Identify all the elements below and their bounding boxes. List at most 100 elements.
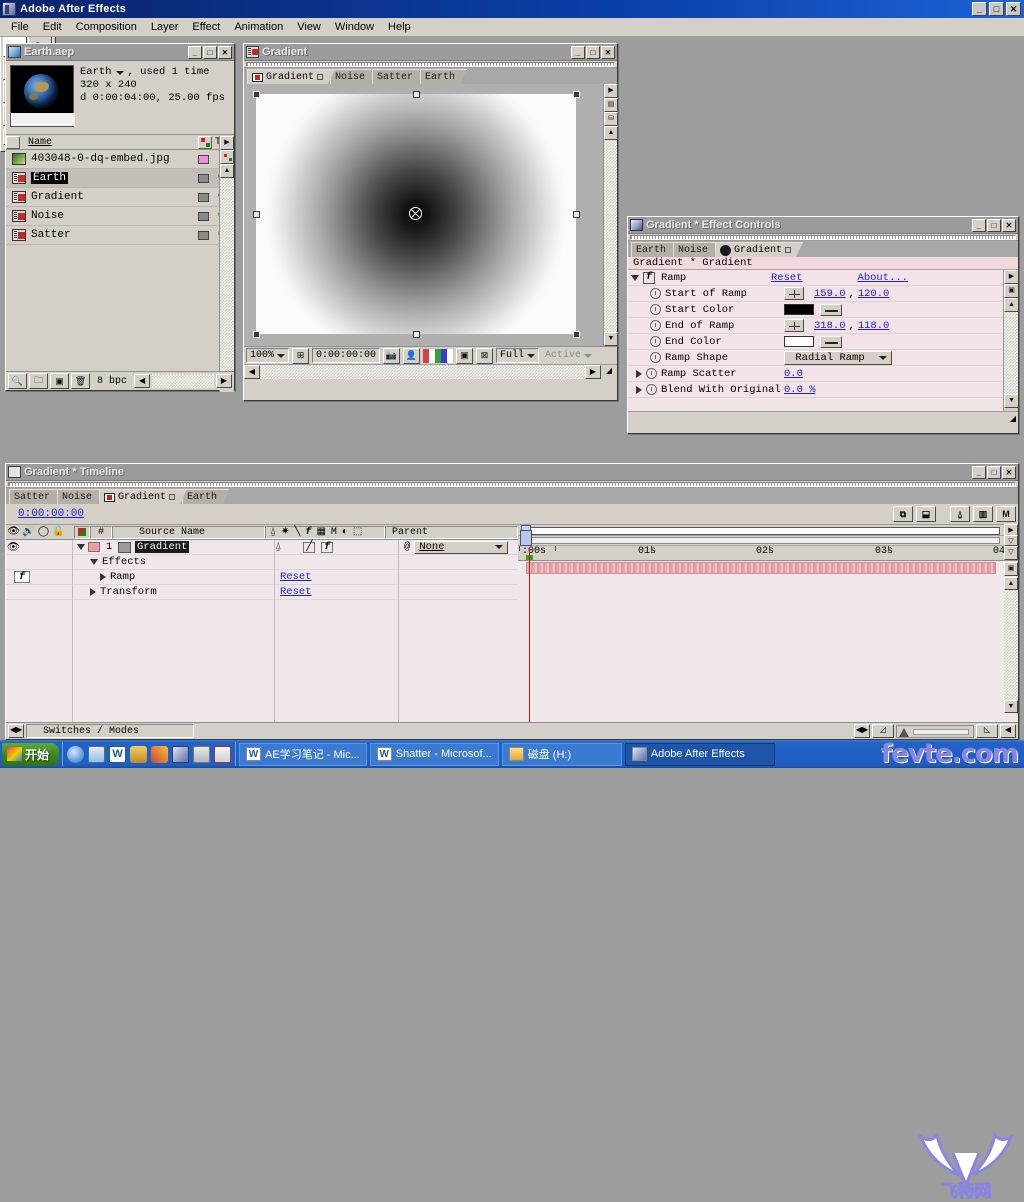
label-swatch[interactable] xyxy=(198,212,209,221)
timeline-tracks[interactable]: ▣ ▲ ▼ xyxy=(518,562,1018,730)
chevron-down-icon[interactable] xyxy=(90,559,98,565)
anchor-point-icon[interactable] xyxy=(409,207,422,220)
stopwatch-icon[interactable] xyxy=(650,304,661,315)
project-panel-titlebar[interactable]: Earth.aep _ □ ✕ xyxy=(6,44,234,61)
title-safe-icon[interactable]: ⊞ xyxy=(292,348,309,364)
scroll-up-button[interactable]: ▲ xyxy=(604,126,618,140)
scroll-track[interactable] xyxy=(220,178,234,373)
table-row[interactable]: Transform Reset xyxy=(6,585,518,600)
transparency-grid-icon[interactable]: ⊠ xyxy=(476,348,493,364)
tab-earth[interactable]: Earth xyxy=(420,69,467,84)
chevron-right-icon[interactable] xyxy=(636,386,642,394)
eyedropper-icon[interactable] xyxy=(820,304,842,316)
stopwatch-icon[interactable] xyxy=(646,368,657,379)
timeline-zoom-slider[interactable] xyxy=(896,725,974,738)
layer-quality-switch[interactable]: ╱ xyxy=(303,542,315,553)
timeline-scroll-left[interactable]: ◀ xyxy=(1000,724,1016,738)
fx-menu-button[interactable]: ▶ xyxy=(1004,270,1018,284)
acrobat-icon[interactable] xyxy=(214,746,231,763)
menu-edit[interactable]: Edit xyxy=(36,19,69,35)
chevron-down-icon[interactable] xyxy=(631,275,639,281)
property-value-y[interactable]: 118.0 xyxy=(858,320,890,332)
color-swatch-end[interactable] xyxy=(784,336,814,347)
adjustment-icon[interactable]: ◐ xyxy=(342,527,348,538)
app-minimize-button[interactable]: _ xyxy=(972,2,987,16)
effects-icon[interactable]: f xyxy=(305,527,311,538)
composition-canvas[interactable] xyxy=(256,94,576,334)
effect-reset-link[interactable]: Reset xyxy=(771,272,803,284)
timeline-work-area-bar[interactable]: ▶ xyxy=(518,525,1018,536)
effect-controls-titlebar[interactable]: Gradient * Effect Controls _ □ ✕ xyxy=(628,217,1018,234)
package-icon[interactable] xyxy=(193,746,210,763)
timeline-navigator[interactable]: ▽ xyxy=(518,536,1018,546)
tab-close-dot-icon[interactable] xyxy=(169,494,175,500)
fx-close-button[interactable]: ✕ xyxy=(1002,219,1016,232)
project-minimize-button[interactable]: _ xyxy=(188,46,202,59)
pencil-icon[interactable] xyxy=(151,746,168,763)
taskbar-item-shatter[interactable]: W Shatter - Microsof... xyxy=(370,743,499,766)
bit-depth-label[interactable]: 8 bpc xyxy=(92,376,132,387)
scroll-left-button[interactable]: ◀ xyxy=(134,374,150,388)
transform-reset-link[interactable]: Reset xyxy=(280,586,312,598)
column-label-grip[interactable] xyxy=(198,136,212,149)
column-switches[interactable]: ⍙ ✷ ╲ f ▦ M ◐ ⬚ xyxy=(265,526,385,539)
snapshot-icon[interactable]: 📷 xyxy=(383,348,400,364)
chevron-right-icon[interactable] xyxy=(90,588,96,596)
menu-animation[interactable]: Animation xyxy=(227,19,290,35)
timeline-options-button[interactable]: ▣ xyxy=(1004,562,1018,576)
selection-handle-tl[interactable] xyxy=(253,91,260,98)
3d-layer-icon[interactable]: ⬚ xyxy=(353,526,362,538)
comp-marker-button[interactable]: ▽ xyxy=(1004,546,1018,560)
project-maximize-button[interactable]: □ xyxy=(203,46,217,59)
new-folder-icon[interactable]: 🗀 xyxy=(29,373,48,389)
word-icon[interactable]: W xyxy=(109,746,126,763)
comp-info-icon[interactable]: ▤ xyxy=(604,98,618,112)
solo-icon[interactable]: ◯ xyxy=(36,526,51,538)
find-icon[interactable]: 🔍 xyxy=(8,373,27,389)
column-source-name[interactable]: Source Name xyxy=(112,526,265,539)
timeline-ruler[interactable]: :00s 01s 02s 03s 04s ▽ xyxy=(518,546,1018,561)
property-value[interactable]: 0.0 % xyxy=(784,384,816,396)
timeline-nav-button[interactable]: ▽ xyxy=(1004,535,1018,546)
scroll-up-button[interactable]: ▲ xyxy=(220,164,234,178)
tab-gradient[interactable]: Gradient xyxy=(99,489,187,504)
scroll-right-button[interactable]: ▶ xyxy=(220,136,234,150)
paint-icon[interactable] xyxy=(130,746,147,763)
property-row-ramp-scatter[interactable]: Ramp Scatter 0.0 xyxy=(628,366,1018,382)
ae-icon[interactable] xyxy=(172,746,189,763)
tab-satter[interactable]: Satter xyxy=(372,69,425,84)
comp-close-button[interactable]: ✕ xyxy=(601,46,615,59)
effect-enable-icon[interactable]: f xyxy=(643,272,655,284)
audio-icon[interactable]: 🔊 xyxy=(21,526,36,538)
layer-effects-switch[interactable]: f xyxy=(321,542,333,553)
taskbar-item-ae-notes[interactable]: W AE学习笔记 - Mic... xyxy=(239,743,367,766)
color-swatch-start[interactable] xyxy=(784,304,814,315)
label-swatch[interactable] xyxy=(198,193,209,202)
timeline-current-time[interactable]: 0:00:00:00 xyxy=(6,508,84,520)
shy-icon[interactable]: M xyxy=(996,506,1016,522)
scroll-up-button[interactable]: ▲ xyxy=(1004,577,1018,590)
frame-blend-icon[interactable]: ▥ xyxy=(973,506,993,522)
tab-earth[interactable]: Earth xyxy=(182,489,229,504)
stopwatch-icon[interactable] xyxy=(650,320,661,331)
channels-icon[interactable] xyxy=(423,349,453,363)
position-picker-icon[interactable] xyxy=(784,287,804,300)
effect-reset-link[interactable]: Reset xyxy=(280,571,312,583)
shy-icon[interactable]: ⍙ xyxy=(270,526,276,538)
menu-file[interactable]: File xyxy=(4,19,36,35)
fx-drag-strip[interactable] xyxy=(628,234,1018,241)
ie-icon[interactable] xyxy=(67,746,84,763)
column-grip[interactable] xyxy=(6,136,20,149)
layer-shy-switch[interactable]: ⍙ xyxy=(275,541,281,553)
zoom-select[interactable]: 100% xyxy=(246,348,289,363)
stopwatch-icon[interactable] xyxy=(650,288,661,299)
menu-help[interactable]: Help xyxy=(381,19,418,35)
selection-handle-bc[interactable] xyxy=(413,331,420,338)
time-marker-handle[interactable] xyxy=(520,530,532,546)
layer-duration-bar[interactable] xyxy=(526,562,996,574)
menu-window[interactable]: Window xyxy=(328,19,381,35)
property-value-y[interactable]: 120.0 xyxy=(858,288,890,300)
app-maximize-button[interactable]: □ xyxy=(989,2,1004,16)
layer-label-color[interactable] xyxy=(88,542,100,552)
timeline-maximize-button[interactable]: □ xyxy=(987,466,1001,479)
